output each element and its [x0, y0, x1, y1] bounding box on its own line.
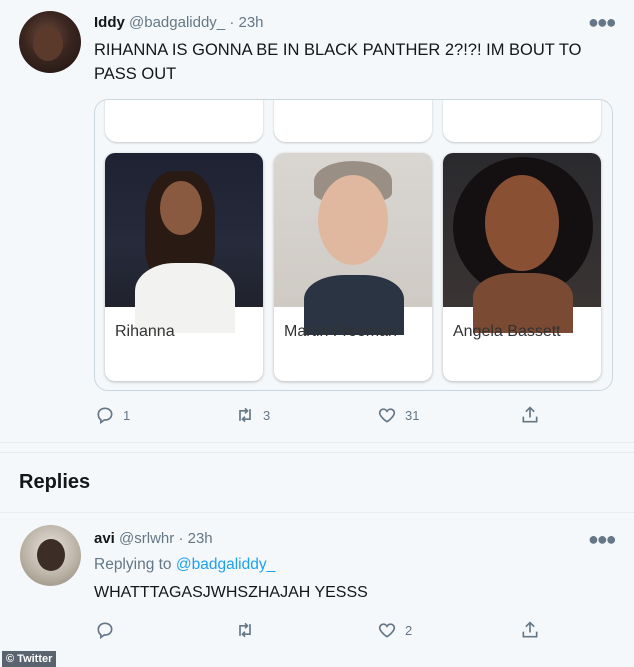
display-name[interactable]: Iddy — [94, 14, 125, 31]
person-name: Angela Bassett — [453, 323, 561, 340]
like-button[interactable]: 2 — [377, 620, 412, 640]
retweet-button[interactable]: 3 — [235, 405, 270, 425]
person-name: Rihanna — [115, 323, 175, 340]
person-tile-angela-bassett[interactable]: Angela Bassett — [443, 153, 601, 381]
reply-count: 1 — [123, 407, 131, 423]
person-photo — [443, 153, 601, 333]
reply-button[interactable]: 1 — [95, 405, 130, 425]
reply-text: WHATTTAGASJWHSZHAJAH YESSS — [94, 584, 368, 601]
more-horizontal-icon[interactable]: ●●● — [588, 529, 617, 550]
more-horizontal-icon[interactable]: ●●● — [588, 12, 617, 33]
reply-icon — [97, 407, 113, 425]
share-icon — [522, 406, 538, 423]
tweet-text: RIHANNA IS GONNA BE IN BLACK PANTHER 2?!… — [94, 41, 582, 83]
people-card[interactable]: Rihanna Martin Freeman Angela Bassett — [94, 99, 613, 391]
reply-button[interactable] — [95, 620, 115, 640]
person-name: Martin Freeman — [284, 323, 397, 340]
heart-icon — [378, 408, 396, 423]
avatar-face — [37, 539, 65, 571]
display-name[interactable]: avi — [94, 530, 115, 547]
reply-icon — [97, 622, 113, 640]
retweet-icon — [239, 622, 251, 638]
card-tile-top — [105, 100, 263, 142]
retweet-icon — [239, 407, 251, 423]
person-tile-martin-freeman[interactable]: Martin Freeman — [274, 153, 432, 381]
user-handle[interactable]: @srlwhr — [119, 530, 174, 547]
replies-heading: Replies — [19, 471, 91, 493]
replying-prefix: Replying to — [94, 556, 176, 573]
twitter-watermark: © Twitter — [2, 651, 57, 667]
replying-to: Replying to @badgaliddy_ — [94, 556, 275, 574]
user-handle[interactable]: @badgaliddy_ — [129, 14, 225, 31]
avatar[interactable] — [19, 11, 81, 73]
avatar[interactable] — [20, 525, 81, 586]
like-button[interactable]: 31 — [377, 405, 419, 425]
share-icon — [522, 621, 538, 638]
tweet-header: Iddy @badgaliddy_ · 23h — [94, 14, 264, 31]
card-tile-top — [443, 100, 601, 142]
like-count: 31 — [405, 407, 420, 423]
replying-to-link[interactable]: @badgaliddy_ — [176, 556, 275, 573]
timestamp[interactable]: · 23h — [178, 530, 212, 547]
timestamp[interactable]: · 23h — [229, 14, 263, 31]
share-button[interactable] — [520, 620, 540, 640]
person-photo — [105, 153, 263, 333]
heart-icon — [378, 623, 396, 638]
person-photo — [274, 153, 432, 335]
card-tile-top — [274, 100, 432, 142]
main-tweet[interactable]: Iddy @badgaliddy_ · 23h ●●● RIHANNA IS G… — [0, 0, 634, 443]
retweet-button[interactable] — [235, 620, 255, 640]
section-divider — [0, 512, 634, 513]
reply-header: avi @srlwhr · 23h — [94, 530, 213, 547]
share-button[interactable] — [520, 405, 540, 425]
person-tile-rihanna[interactable]: Rihanna — [105, 153, 263, 381]
like-count: 2 — [405, 622, 413, 638]
avatar-face — [33, 27, 63, 61]
section-divider — [0, 452, 634, 453]
retweet-count: 3 — [263, 407, 271, 423]
